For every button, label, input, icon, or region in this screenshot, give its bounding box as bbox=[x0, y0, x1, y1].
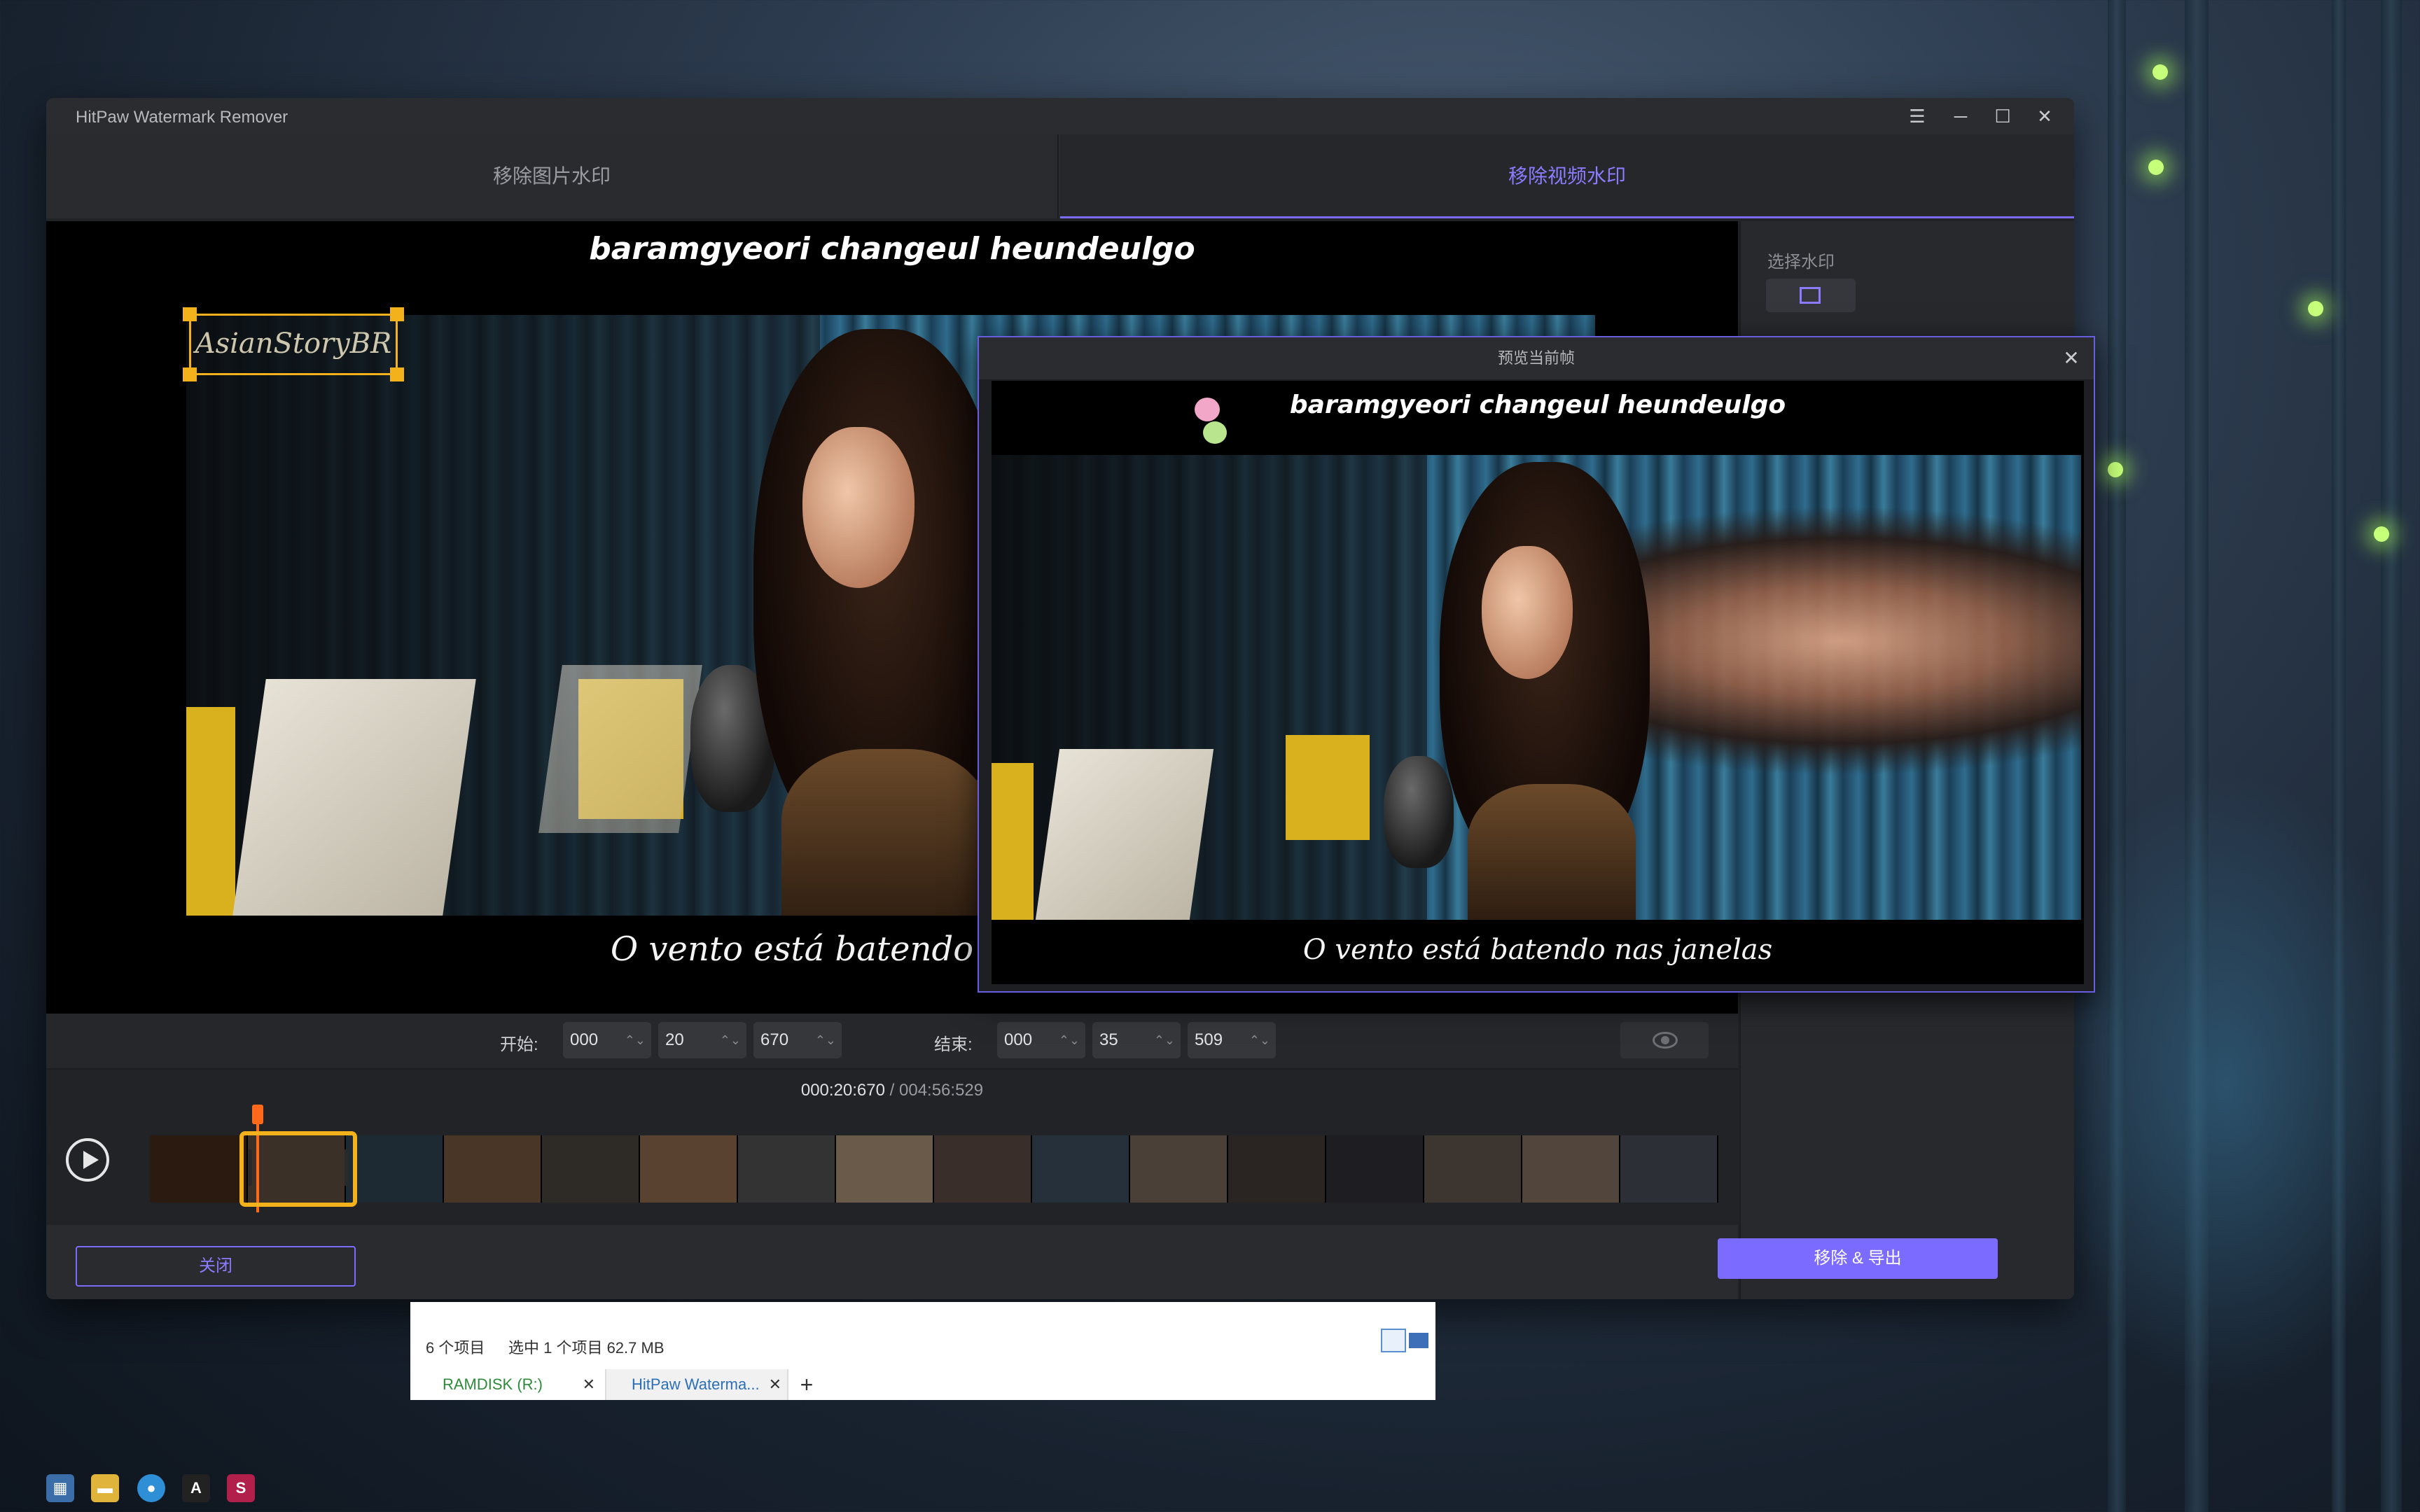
folder-icon[interactable]: ▬ bbox=[91, 1474, 119, 1502]
taskbar: ▦ ▬ ● A S bbox=[0, 1464, 294, 1512]
dialog-subtitle-bottom: O vento está batendo nas janelas bbox=[1302, 934, 1773, 966]
minimize-icon[interactable]: ─ bbox=[1942, 104, 1979, 129]
new-tab-button[interactable]: + bbox=[793, 1369, 821, 1400]
thumbnail bbox=[444, 1135, 542, 1203]
thumbnail bbox=[738, 1135, 836, 1203]
thumbnail bbox=[934, 1135, 1032, 1203]
select-watermark-label: 选择水印 bbox=[1767, 253, 1835, 272]
tab-remove-video-watermark[interactable]: 移除视频水印 bbox=[1060, 134, 2074, 218]
dialog-title: 预览当前帧 bbox=[979, 337, 2094, 379]
close-window-icon[interactable]: ✕ bbox=[2026, 104, 2063, 129]
file-explorer-strip: 6 个项目 选中 1 个项目 62.7 MB RAMDISK (R:) ✕ Hit… bbox=[410, 1302, 1435, 1400]
preview-toggle-button[interactable] bbox=[1620, 1022, 1709, 1058]
timeline: 000:20:670 / 004:56:529 bbox=[46, 1071, 1738, 1225]
explorer-tab-ramdisk[interactable]: RAMDISK (R:) ✕ bbox=[417, 1369, 601, 1400]
thumbnail bbox=[346, 1135, 444, 1203]
title-bar: HitPaw Watermark Remover ☰ ─ ☐ ✕ bbox=[46, 98, 2074, 134]
footer: 关闭 bbox=[46, 1225, 1738, 1299]
thumbnail bbox=[150, 1135, 248, 1203]
thumbnail bbox=[1620, 1135, 1718, 1203]
browser-icon[interactable]: ● bbox=[137, 1474, 165, 1502]
eye-icon bbox=[1653, 1032, 1678, 1049]
dialog-subtitle-top: baramgyeori changeul heundeulgo bbox=[1289, 391, 1786, 419]
dialog-preview: baramgyeori changeul heundeulgo O vento … bbox=[992, 381, 2084, 984]
close-button[interactable]: 关闭 bbox=[76, 1246, 356, 1287]
thumbnail bbox=[1522, 1135, 1620, 1203]
start-seconds-input[interactable]: 20 ⌃⌄ bbox=[658, 1022, 746, 1058]
rectangle-select-icon bbox=[1800, 287, 1821, 304]
thumbnail bbox=[1326, 1135, 1424, 1203]
subtitle-top: baramgyeori changeul heundeulgo bbox=[589, 231, 1195, 267]
current-time: 000:20:670 bbox=[800, 1081, 885, 1100]
thumbnail bbox=[640, 1135, 738, 1203]
end-hours-input[interactable]: 000 ⌃⌄ bbox=[997, 1022, 1085, 1058]
start-hours-input[interactable]: 000 ⌃⌄ bbox=[563, 1022, 651, 1058]
resize-handle-bottom-left[interactable] bbox=[183, 368, 197, 382]
total-time: 004:56:529 bbox=[899, 1081, 984, 1100]
start-label: 开始: bbox=[500, 1035, 538, 1054]
preview-frame-dialog: 预览当前帧 ✕ baramgyeori changeul heundeulgo … bbox=[978, 336, 2095, 993]
play-button[interactable] bbox=[66, 1138, 109, 1182]
app-title: HitPaw Watermark Remover bbox=[76, 108, 288, 127]
watermark-selection-box[interactable]: AsianStoryBR bbox=[183, 307, 404, 382]
thumbnail bbox=[1424, 1135, 1522, 1203]
filmstrip[interactable] bbox=[150, 1135, 1718, 1203]
explorer-tab-hitpaw[interactable]: HitPaw Waterma... ✕ bbox=[605, 1369, 788, 1400]
playhead-handle[interactable] bbox=[252, 1105, 263, 1124]
watermark-text: AsianStoryBR bbox=[195, 328, 392, 360]
resize-handle-bottom-right[interactable] bbox=[390, 368, 404, 382]
tab-remove-image-watermark[interactable]: 移除图片水印 bbox=[46, 134, 1059, 218]
mode-tabs: 移除图片水印 移除视频水印 bbox=[46, 134, 2074, 218]
time-selection-range[interactable] bbox=[239, 1131, 357, 1207]
time-readout: 000:20:670 / 004:56:529 bbox=[800, 1081, 984, 1100]
end-label: 结束: bbox=[934, 1035, 973, 1054]
tiles-view-icon[interactable] bbox=[1409, 1333, 1428, 1348]
time-range-bar: 开始: 000 ⌃⌄ 20 ⌃⌄ 670 ⌃⌄ 结束: 000 ⌃⌄ 35 ⌃⌄ 509 ⌃… bbox=[46, 1014, 1738, 1070]
details-view-icon[interactable] bbox=[1381, 1329, 1406, 1352]
hitpaw-icon[interactable]: S bbox=[227, 1474, 255, 1502]
thumbnail bbox=[836, 1135, 934, 1203]
end-milliseconds-input[interactable]: 509 ⌃⌄ bbox=[1188, 1022, 1276, 1058]
item-count: 6 个项目 bbox=[426, 1339, 485, 1357]
end-seconds-input[interactable]: 35 ⌃⌄ bbox=[1092, 1022, 1181, 1058]
resize-handle-top-left[interactable] bbox=[183, 307, 197, 321]
dialog-close-icon[interactable]: ✕ bbox=[2059, 346, 2084, 371]
thumbnail bbox=[1228, 1135, 1326, 1203]
reader-icon[interactable]: A bbox=[182, 1474, 210, 1502]
range-end-grip[interactable] bbox=[345, 1149, 349, 1186]
resize-handle-top-right[interactable] bbox=[390, 307, 404, 321]
maximize-icon[interactable]: ☐ bbox=[1984, 104, 2021, 129]
dialog-video-frame bbox=[992, 455, 2081, 920]
menu-icon[interactable]: ☰ bbox=[1899, 104, 1935, 129]
thumbnail bbox=[1032, 1135, 1130, 1203]
range-start-grip[interactable] bbox=[248, 1149, 252, 1186]
rectangle-select-button[interactable] bbox=[1766, 279, 1856, 312]
thumbnail bbox=[542, 1135, 640, 1203]
app-grid-icon[interactable]: ▦ bbox=[46, 1474, 74, 1502]
selection-info: 选中 1 个项目 62.7 MB bbox=[508, 1339, 665, 1357]
remove-and-export-button[interactable]: 移除 & 导出 bbox=[1718, 1238, 1998, 1279]
start-milliseconds-input[interactable]: 670 ⌃⌄ bbox=[753, 1022, 842, 1058]
thumbnail bbox=[1130, 1135, 1228, 1203]
